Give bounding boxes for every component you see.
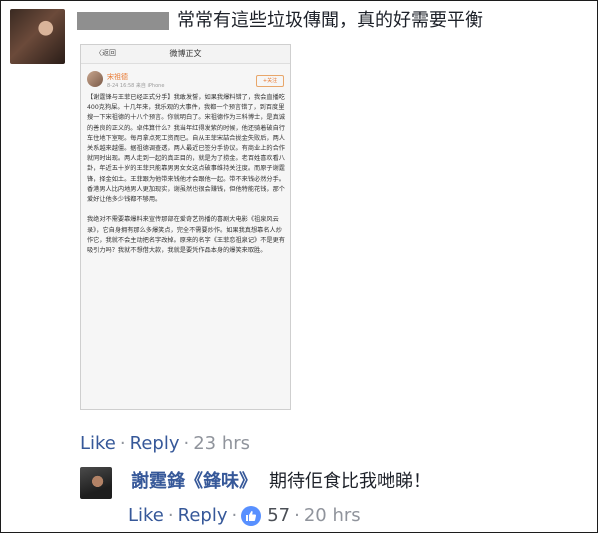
- reply-text: 期待佢食比我哋睇！: [269, 471, 431, 492]
- attachment-profile-avatar: [87, 71, 103, 87]
- comment-thread: 常常有這些垃圾傳聞，真的好需要平衡 〈返回 微博正文 宋祖德 8-24 16:5…: [0, 0, 598, 533]
- comment-actions: Like · Reply · 23 hrs: [80, 433, 250, 455]
- attachment-profile-name: 宋祖德: [107, 73, 128, 81]
- reaction-count[interactable]: 57: [267, 505, 290, 527]
- thumbs-up-icon[interactable]: [241, 506, 262, 526]
- comment-timestamp[interactable]: 23 hrs: [193, 433, 250, 454]
- reply-timestamp[interactable]: 20 hrs: [304, 505, 361, 527]
- like-link[interactable]: Like: [80, 433, 116, 454]
- reply-content: 謝霆鋒《鋒味》 期待佢食比我哋睇！: [131, 470, 431, 494]
- reply-actions: Like · Reply · 57 · 20 hrs: [128, 505, 361, 527]
- separator-dot: ·: [167, 505, 174, 526]
- separator-dot: ·: [183, 433, 190, 454]
- attachment-topbar: 〈返回 微博正文: [81, 45, 290, 64]
- reply-reply-link[interactable]: Reply: [178, 505, 228, 527]
- attachment-profile-meta: 8-24 16:58 来自 iPhone: [107, 83, 165, 89]
- attachment-title: 微博正文: [169, 49, 202, 58]
- separator-dot: ·: [119, 433, 126, 454]
- separator-dot: ·: [231, 505, 238, 526]
- reply-link[interactable]: Reply: [130, 433, 180, 454]
- comment-text: 常常有這些垃圾傳聞，真的好需要平衡: [177, 10, 483, 31]
- attachment-follow-button: +关注: [256, 75, 284, 87]
- redacted-commenter-name: [77, 12, 169, 30]
- attachment-post-body: 【谢霆锋与王菲已经正式分手】我敢发誓，如果我爆料错了，我会直播吃400克狗屎。十…: [87, 94, 285, 255]
- reply-avatar[interactable]: [80, 467, 112, 499]
- comment-attachment-image[interactable]: 〈返回 微博正文 宋祖德 8-24 16:58 来自 iPhone +关注 【谢…: [80, 44, 291, 410]
- separator-dot: ·: [294, 505, 300, 526]
- reply-like-link[interactable]: Like: [128, 505, 164, 527]
- commenter-avatar[interactable]: [10, 9, 65, 64]
- reply-author-name[interactable]: 謝霆鋒《鋒味》: [131, 471, 257, 492]
